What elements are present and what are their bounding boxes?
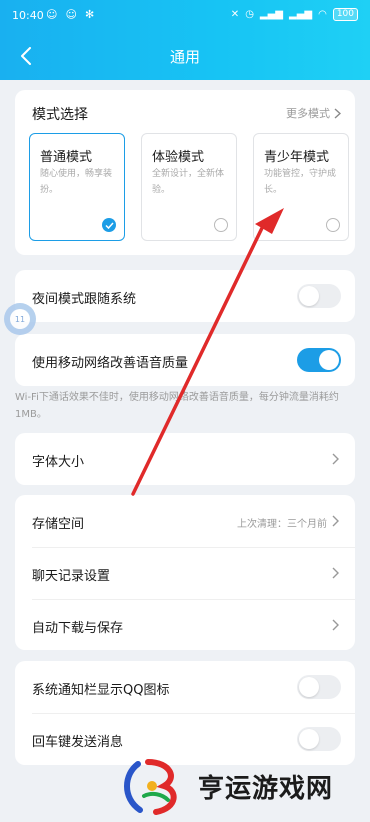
- qq-icon-notify-toggle[interactable]: [297, 675, 341, 699]
- chat-history-label: 聊天记录设置: [32, 569, 111, 584]
- chat-history-row[interactable]: 聊天记录设置: [15, 547, 355, 599]
- header-bar: 10:40 ☺ ☺ ✻ ✕ ◷ ▂▄▆ ▂▄▆ ◠ 100 通用: [0, 0, 370, 80]
- enter-send-label: 回车键发送消息: [32, 735, 124, 750]
- storage-label: 存储空间: [32, 517, 85, 532]
- mode-option-normal[interactable]: 普通模式 随心使用，畅享装扮。: [29, 133, 125, 241]
- night-mode-label: 夜间模式跟随系统: [32, 292, 137, 307]
- radio-unchecked-icon[interactable]: [326, 218, 340, 232]
- battery-icon: 100: [332, 8, 358, 21]
- divider: [32, 713, 355, 714]
- site-watermark: 亨运游戏网: [118, 756, 368, 818]
- chevron-right-icon: [334, 107, 341, 119]
- mute-icon: ✕: [230, 9, 240, 20]
- status-time: 10:40: [12, 9, 44, 22]
- floating-bubble-text: 11: [10, 309, 30, 329]
- storage-row[interactable]: 存储空间 上次清理：三个月前: [15, 495, 355, 547]
- chevron-right-icon: [332, 619, 339, 631]
- app-notification-icon: ☺: [46, 8, 58, 21]
- auto-download-row[interactable]: 自动下载与保存: [15, 599, 355, 650]
- mobile-voice-label: 使用移动网络改善语音质量: [32, 356, 189, 371]
- mode-option-teen[interactable]: 青少年模式 功能管控，守护成长。: [253, 133, 349, 241]
- qq-icon-notify-label: 系统通知栏显示QQ图标: [32, 683, 170, 698]
- watermark-text: 亨运游戏网: [198, 774, 334, 804]
- mode-option-desc: 全新设计，全新体验。: [152, 169, 225, 195]
- enter-send-toggle[interactable]: [297, 727, 341, 751]
- font-size-row[interactable]: 字体大小: [15, 433, 355, 485]
- signal-icon: ▂▄▆: [289, 9, 313, 20]
- mobile-voice-row: 使用移动网络改善语音质量: [15, 334, 355, 386]
- floating-assistant-bubble[interactable]: 11: [4, 303, 36, 335]
- page-title: 通用: [169, 48, 200, 66]
- mode-selection-card: 模式选择 更多模式 普通模式 随心使用，畅享装扮。 体验模式 全新设计，全新体验…: [15, 90, 355, 255]
- more-modes-link[interactable]: 更多模式: [286, 105, 341, 121]
- signal-icon: ▂▄▆: [259, 9, 283, 20]
- more-modes-label: 更多模式: [286, 107, 330, 120]
- mode-option-desc: 随心使用，畅享装扮。: [40, 169, 113, 195]
- night-mode-row: 夜间模式跟随系统: [15, 270, 355, 322]
- settings-notification-icon: ✻: [84, 8, 95, 21]
- mobile-voice-hint: Wi-Fi下通话效果不佳时，使用移动网络改善语音质量，每分钟流量消耗约1MB。: [15, 392, 339, 420]
- mode-section-title: 模式选择: [32, 107, 88, 123]
- mode-option-experience[interactable]: 体验模式 全新设计，全新体验。: [141, 133, 237, 241]
- mode-option-title: 体验模式: [152, 150, 205, 165]
- alarm-icon: ◷: [245, 9, 254, 20]
- radio-checked-icon[interactable]: [102, 218, 116, 232]
- mode-option-title: 普通模式: [40, 150, 93, 165]
- mode-option-title: 青少年模式: [264, 150, 330, 165]
- radio-unchecked-icon[interactable]: [214, 218, 228, 232]
- font-size-label: 字体大小: [32, 455, 85, 470]
- chevron-right-icon: [332, 567, 339, 579]
- storage-last-cleaned: 上次清理：三个月前: [237, 519, 327, 530]
- mode-option-desc: 功能管控，守护成长。: [264, 169, 337, 195]
- status-bar: 10:40 ☺ ☺ ✻ ✕ ◷ ▂▄▆ ▂▄▆ ◠ 100: [0, 0, 370, 30]
- chevron-right-icon: [332, 453, 339, 465]
- wifi-icon: ◠: [318, 9, 327, 20]
- night-mode-toggle[interactable]: [297, 284, 341, 308]
- auto-download-label: 自动下载与保存: [32, 621, 124, 636]
- app-notification-icon: ☺: [65, 8, 77, 21]
- notification-group: 系统通知栏显示QQ图标 回车键发送消息: [15, 661, 355, 765]
- storage-group: 存储空间 上次清理：三个月前 聊天记录设置 自动下载与保存: [15, 495, 355, 650]
- watermark-logo-icon: [124, 759, 177, 815]
- chevron-right-icon: [332, 515, 339, 527]
- mobile-voice-toggle[interactable]: [297, 348, 341, 372]
